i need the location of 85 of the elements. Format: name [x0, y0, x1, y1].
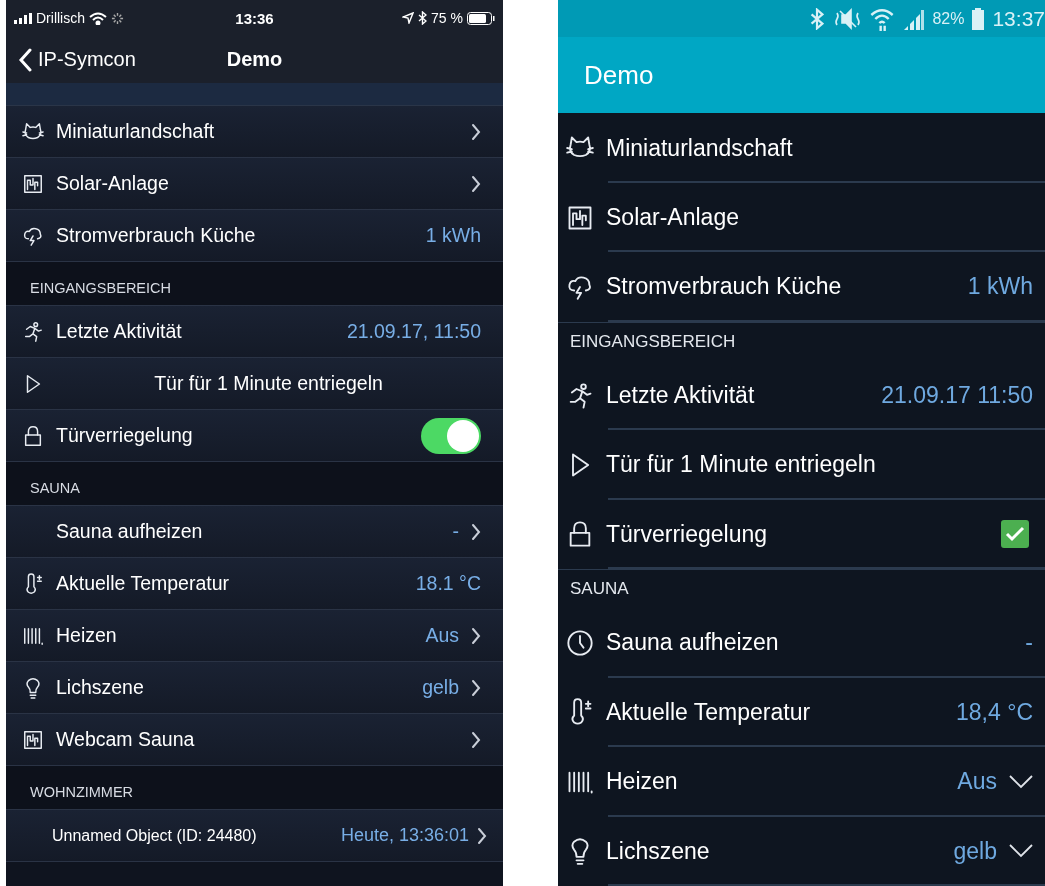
list-row[interactable]: Heizen Aus — [6, 610, 503, 662]
clock-icon — [566, 628, 594, 657]
toggle-switch[interactable] — [421, 417, 481, 454]
row-label: Solar-Anlage — [56, 172, 170, 195]
lock-icon — [22, 424, 44, 447]
row-value: - — [452, 520, 459, 543]
row-value: gelb — [953, 837, 997, 865]
chevron-left-icon — [18, 47, 32, 72]
row-value: Aus — [425, 624, 459, 647]
list-row[interactable]: Miniaturlandschaft — [6, 106, 503, 158]
row-label: Aktuelle Temperatur — [606, 698, 812, 726]
row-label: Sauna aufheizen — [56, 520, 204, 543]
wifi-icon — [89, 11, 107, 25]
checkbox[interactable] — [1001, 520, 1029, 549]
row-label: Tür für 1 Minute entriegeln — [606, 451, 877, 479]
row-label: Miniaturlandschaft — [56, 120, 216, 143]
signal-icon — [14, 12, 32, 24]
row-label: Türverriegelung — [606, 520, 769, 548]
row-value: Heute, 13:36:01 — [340, 825, 469, 846]
row-value: - — [1025, 629, 1033, 657]
section-header: WOHNZIMMER — [30, 784, 134, 800]
row-value: 21.09.17, 11:50 — [346, 320, 481, 343]
runner-icon — [22, 320, 44, 343]
section-header: EINGANGSBEREICH — [570, 331, 736, 352]
carrier-name: Drillisch — [36, 10, 85, 26]
chevron-icon — [471, 678, 481, 697]
row-label: Letzte Aktivität — [56, 320, 183, 343]
row-label: Aktuelle Temperatur — [56, 572, 231, 595]
row-label: Stromverbrauch Küche — [56, 224, 257, 247]
row-label: Miniaturlandschaft — [606, 134, 794, 162]
section-header: EINGANGSBEREICH — [30, 280, 171, 296]
row-value: 21.09.17 11:50 — [881, 382, 1033, 410]
row-label: Solar-Anlage — [606, 204, 740, 232]
chevron-icon — [471, 522, 481, 541]
row-label: Letzte Aktivität — [606, 382, 756, 410]
row-value: Aus — [957, 768, 997, 796]
battery-icon — [467, 11, 495, 25]
row-value: gelb — [422, 676, 459, 699]
back-button[interactable]: IP-Symcon — [18, 47, 136, 72]
section-header: SAUNA — [30, 480, 80, 496]
status-time: 13:37 — [992, 6, 1045, 31]
chevron-icon — [477, 826, 487, 845]
chevron-icon — [471, 730, 481, 749]
bluetooth-icon — [418, 11, 428, 25]
list-row[interactable]: Sauna aufheizen - — [6, 506, 503, 558]
section-header: SAUNA — [570, 579, 629, 600]
list-row[interactable]: Unnamed Object (ID: 24480) Heute, 13:36:01 — [6, 810, 503, 862]
battery-percent: 82% — [932, 9, 965, 28]
row-value: 1 kWh — [967, 273, 1033, 301]
battery-icon — [972, 7, 985, 30]
row-value: 1 kWh — [425, 224, 481, 247]
row-value: 18.1 °C — [415, 572, 481, 595]
mute-icon — [832, 7, 863, 30]
wifi-icon — [870, 6, 895, 31]
row-label: Sauna aufheizen — [606, 629, 780, 657]
row-label: Lichszene — [606, 837, 711, 865]
list-row[interactable]: Webcam Sauna — [6, 714, 503, 766]
image-icon — [22, 728, 44, 751]
list-row[interactable]: Solar-Anlage — [6, 158, 503, 210]
screen-title: Demo — [226, 48, 283, 70]
screen-title: Demo — [584, 59, 654, 91]
dropdown-icon — [1009, 774, 1033, 789]
chevron-icon — [471, 174, 481, 193]
row-value: 18,4 °C — [956, 698, 1033, 726]
battery-percent: 75 % — [431, 10, 463, 26]
row-label: Webcam Sauna — [56, 728, 196, 751]
signal-icon — [902, 7, 925, 30]
row-label: Lichszene — [56, 676, 145, 699]
row-label: Heizen — [56, 624, 118, 647]
row-label: Stromverbrauch Küche — [606, 273, 843, 301]
action-row[interactable]: Tür für 1 Minute entriegeln — [6, 358, 503, 410]
dropdown-icon — [1009, 844, 1033, 859]
list-row[interactable]: Lichszene gelb — [6, 662, 503, 714]
row-label: Türverriegelung — [56, 424, 194, 447]
row-label: Heizen — [606, 768, 679, 796]
checkmark-icon — [1005, 526, 1025, 543]
cloud-lightning-icon — [566, 273, 594, 301]
bluetooth-icon — [810, 7, 825, 30]
image-icon — [22, 172, 44, 195]
chevron-icon — [471, 626, 481, 645]
spinner-icon — [111, 11, 124, 25]
row-label: Unnamed Object (ID: 24480) — [52, 826, 258, 845]
location-icon — [402, 12, 415, 24]
chevron-icon — [471, 122, 481, 141]
status-time: 13:36 — [235, 9, 274, 27]
